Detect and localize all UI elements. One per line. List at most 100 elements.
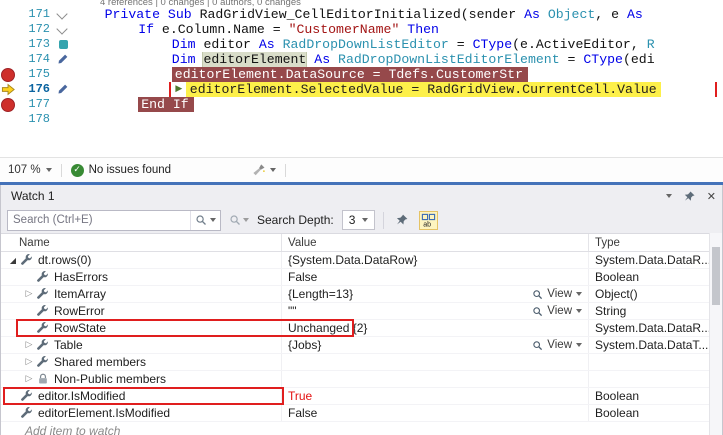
view-button[interactable]: View <box>532 339 582 351</box>
view-button[interactable]: View <box>532 288 582 300</box>
view-button[interactable]: View <box>532 305 582 317</box>
scrollbar-thumb[interactable] <box>712 247 720 305</box>
document-health-indicator[interactable]: ✓ No issues found <box>70 163 172 177</box>
chevron-down-icon <box>576 292 582 296</box>
expander-icon[interactable]: ▷ <box>23 340 35 350</box>
watch-value: {System.Data.DataRow} <box>288 253 418 267</box>
broom-icon <box>252 163 266 177</box>
watch-name-cell: RowState <box>1 320 282 336</box>
run-to-click-icon[interactable]: ▶ <box>172 82 186 97</box>
column-header-value[interactable]: Value <box>282 234 589 251</box>
column-header-name[interactable]: Name <box>1 234 282 251</box>
watch-row[interactable]: ▷ ItemArray {Length=13} View Object() <box>1 286 722 303</box>
zoom-control[interactable]: 107 % <box>8 164 52 176</box>
watch-row[interactable]: ▷ Non-Public members <box>1 371 722 388</box>
line-number: 173 <box>28 37 50 51</box>
gutter <box>55 52 71 67</box>
code-cleanup-button[interactable] <box>252 163 277 177</box>
code-text[interactable]: End If <box>71 97 723 112</box>
watch-row[interactable]: HasErrors False Boolean <box>1 269 722 286</box>
code-text[interactable] <box>71 112 723 127</box>
watch-row[interactable]: ▷ Table {Jobs} View System.Data.DataT... <box>1 337 722 354</box>
code-text[interactable]: Dim editorElement As RadDropDownListEdit… <box>71 52 723 67</box>
glyph-margin[interactable] <box>0 67 16 82</box>
watch-type: System.Data.DataR... <box>595 253 712 267</box>
vertical-scrollbar[interactable] <box>709 233 722 435</box>
code-statement: If e.Column.Name = "CustomerName" Then <box>138 22 439 37</box>
code-text[interactable]: ▶ editorElement.SelectedValue = RadGridVi… <box>71 82 723 97</box>
watch-row[interactable]: ▷ Shared members <box>1 354 722 371</box>
code-text[interactable]: editorElement.DataSource = Tdefs.Custome… <box>71 67 723 82</box>
expander-icon[interactable]: ▷ <box>23 289 35 299</box>
chevron-down-icon <box>576 309 582 313</box>
watch-value: {Length=13} <box>288 287 354 301</box>
code-text[interactable]: If e.Column.Name = "CustomerName" Then <box>71 22 723 37</box>
gutter <box>55 97 71 112</box>
column-header-type[interactable]: Type <box>589 234 722 251</box>
code-text[interactable]: Dim editor As RadDropDownListEditor = CT… <box>71 37 723 52</box>
view-label: View <box>547 288 572 300</box>
glyph-margin[interactable] <box>0 52 16 67</box>
expander-icon[interactable]: ▷ <box>23 357 35 367</box>
watch-name-cell: RowError <box>1 303 282 319</box>
search-input[interactable] <box>8 214 190 226</box>
chevron-down-icon[interactable] <box>210 218 216 222</box>
line-number: 172 <box>28 22 50 36</box>
watch-row[interactable]: editor.IsModified True Boolean <box>1 387 722 405</box>
watch-row[interactable]: ◢ dt.rows(0) {System.Data.DataRow} System.D… <box>1 252 722 269</box>
watch-name: RowError <box>54 304 105 318</box>
breakpoint-icon[interactable] <box>1 68 15 82</box>
show-text-toggle-button[interactable]: ab <box>419 210 439 230</box>
editor-status-bar: 107 % ✓ No issues found <box>0 157 723 182</box>
search-depth-select[interactable]: 3 <box>341 210 376 230</box>
gutter <box>55 37 71 52</box>
health-label: No issues found <box>88 164 172 176</box>
current-statement-arrow-icon <box>1 82 16 97</box>
pin-to-source-button[interactable] <box>392 211 411 230</box>
expander-icon[interactable]: ▷ <box>23 374 35 384</box>
window-position-icon[interactable] <box>665 194 672 198</box>
line-number: 175 <box>28 67 50 81</box>
code-line: 176 ▶ editorElement.SelectedValue = RadGri… <box>0 82 723 97</box>
expander-icon[interactable]: ◢ <box>7 256 19 265</box>
divider <box>285 163 287 177</box>
wrench-icon <box>20 253 34 267</box>
code-text[interactable]: Private Sub RadGridView_CellEditorInitia… <box>71 7 723 22</box>
glyph-margin[interactable] <box>0 97 16 112</box>
codelens-info[interactable]: 4 references | 0 changes | 0 authors, 0 … <box>0 0 723 7</box>
search-deeper-icon[interactable] <box>229 214 249 226</box>
watch-type <box>589 371 722 387</box>
code-lines: 171 Private Sub RadGridView_CellEditorIni… <box>0 7 723 127</box>
line-number: 171 <box>28 7 50 21</box>
chevron-down-icon <box>45 168 52 172</box>
code-line: 171 Private Sub RadGridView_CellEditorIni… <box>0 7 723 22</box>
add-item-to-watch[interactable]: Add item to watch <box>1 422 722 435</box>
code-line: 175 editorElement.DataSource = Tdefs.Cust… <box>0 67 723 82</box>
glyph-margin[interactable] <box>0 37 16 52</box>
search-icon[interactable] <box>195 214 207 226</box>
watch-value: {Jobs} <box>288 338 322 352</box>
wrench-icon <box>36 304 50 318</box>
line-number: 177 <box>28 97 50 111</box>
watch-row[interactable]: RowError "" View String <box>1 303 722 320</box>
glyph-margin[interactable] <box>0 22 16 37</box>
pin-icon[interactable] <box>683 190 696 203</box>
glyph-margin[interactable] <box>0 112 16 127</box>
breakpoint-icon[interactable] <box>1 98 15 112</box>
watch-name: dt.rows(0) <box>38 253 92 267</box>
glyph-margin[interactable] <box>0 7 16 22</box>
watch-value: True <box>288 389 313 403</box>
watch-row[interactable]: editorElement.IsModified False Boolean <box>1 405 722 422</box>
glyph-margin[interactable] <box>0 82 16 97</box>
close-icon[interactable]: ✕ <box>707 191 716 202</box>
collapse-chevron-icon[interactable] <box>56 23 68 35</box>
watch-row[interactable]: RowState Unchanged {2} System.Data.DataR..… <box>1 319 722 337</box>
search-box <box>7 209 221 231</box>
magnifier-icon <box>532 340 543 351</box>
collapse-chevron-icon[interactable] <box>56 8 68 20</box>
watch-name-cell: ▷ Non-Public members <box>1 371 282 387</box>
watch-value-cell <box>282 354 589 370</box>
watch-value-cell <box>282 371 589 387</box>
watch-title-bar[interactable]: Watch 1 ✕ <box>1 185 722 207</box>
chevron-down-icon <box>243 218 249 222</box>
